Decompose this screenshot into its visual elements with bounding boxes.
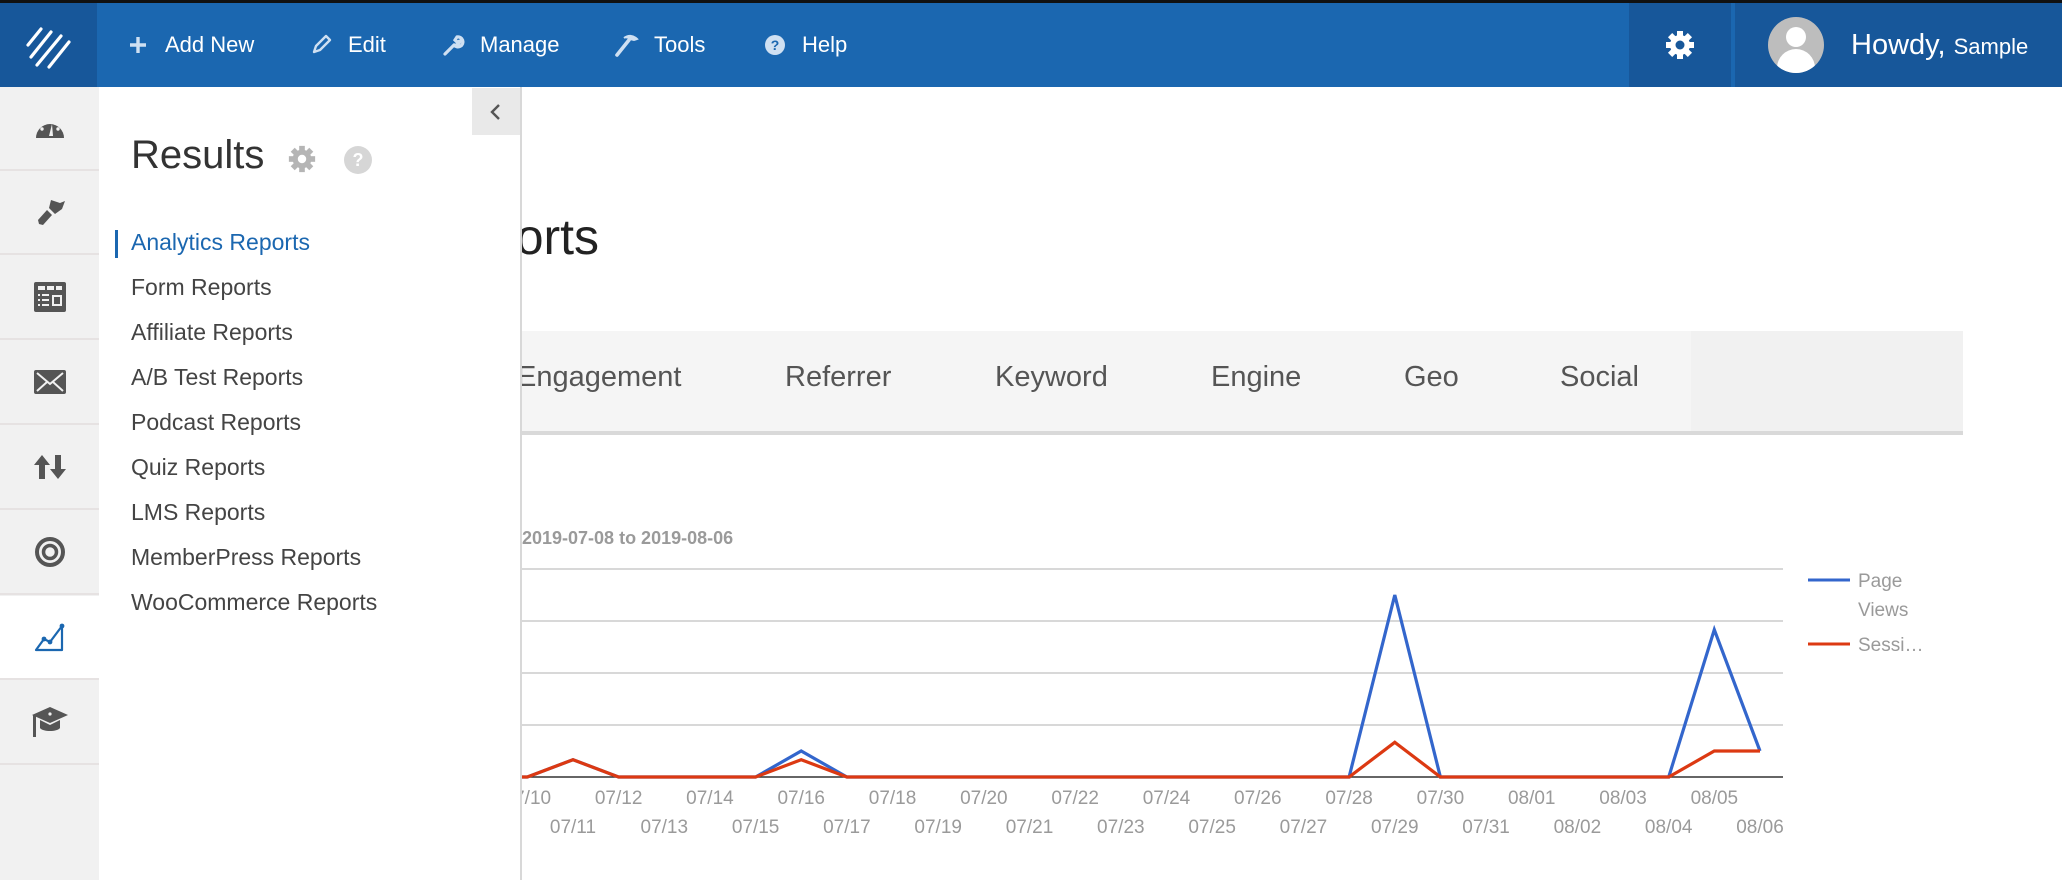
x-tick-label: 07/25 — [1188, 817, 1236, 838]
x-tick-label: 08/01 — [1508, 788, 1556, 809]
rail-item-analytics[interactable] — [0, 596, 99, 680]
x-tick-label: 07/15 — [732, 817, 780, 838]
nav-tools[interactable]: Tools — [614, 3, 705, 87]
x-tick-label: 08/03 — [1599, 788, 1647, 809]
pencil-icon — [308, 32, 334, 58]
menu-memberpress-reports[interactable]: MemberPress Reports — [131, 544, 361, 571]
x-tick-label: 07/11 — [550, 817, 596, 838]
x-tick-label: 07/12 — [595, 788, 643, 809]
x-tick-label: 07/20 — [960, 788, 1008, 809]
analytics-chart-icon — [34, 623, 64, 652]
rail-item-forms[interactable] — [0, 256, 99, 340]
x-tick-label: 07/21 — [1006, 817, 1054, 838]
x-tick-label: 07/24 — [1143, 788, 1191, 809]
x-tick-label: 07/23 — [1097, 817, 1145, 838]
wrench-icon — [440, 32, 466, 58]
chart-series — [436, 594, 1762, 779]
help-circle-icon: ? — [762, 32, 788, 58]
avatar — [1768, 17, 1824, 73]
x-tick-label: 08/02 — [1554, 817, 1602, 838]
x-tick-label: 07/28 — [1325, 788, 1373, 809]
hammer-icon — [614, 32, 640, 58]
svg-text:?: ? — [353, 150, 364, 170]
rail-item-builder[interactable] — [0, 171, 99, 255]
nav-help-label: Help — [802, 32, 848, 57]
results-panel: Results ? Analytics Reports Form Reports… — [99, 87, 522, 880]
x-tick-label: 07/16 — [777, 788, 825, 809]
plus-icon — [125, 32, 151, 58]
menu-form-reports[interactable]: Form Reports — [131, 274, 272, 301]
greeting-text: Howdy, — [1851, 28, 1946, 61]
rail-item-split-test[interactable] — [0, 426, 99, 510]
user-greeting: Howdy, Sample — [1851, 29, 2028, 62]
x-tick-label: 07/27 — [1280, 817, 1328, 838]
nav-manage[interactable]: Manage — [440, 3, 560, 87]
forms-icon — [33, 282, 66, 312]
menu-lms-reports[interactable]: LMS Reports — [131, 499, 265, 526]
series-line-sessions — [436, 740, 1760, 779]
x-tick-label: 08/06 — [1736, 817, 1784, 838]
rail-item-email[interactable] — [0, 341, 99, 425]
chevron-left-icon — [490, 103, 500, 120]
nav-tools-label: Tools — [654, 32, 706, 57]
x-tick-label: 07/19 — [914, 817, 962, 838]
logo[interactable] — [0, 3, 97, 87]
panel-title: Results — [131, 133, 265, 177]
logo-stripes-icon — [26, 27, 71, 69]
nav-edit-label: Edit — [348, 32, 386, 57]
x-tick-label: 07/30 — [1417, 788, 1465, 809]
user-menu[interactable]: Howdy, Sample — [1735, 3, 2062, 87]
x-tick-label: 07/26 — [1234, 788, 1282, 809]
menu-analytics-reports[interactable]: Analytics Reports — [131, 229, 310, 256]
nav-help[interactable]: ? Help — [762, 3, 847, 87]
nav-add-new[interactable]: Add New — [125, 3, 254, 87]
envelope-icon — [33, 370, 66, 394]
x-tick-label: 07/13 — [641, 817, 689, 838]
x-tick-label: 07/18 — [869, 788, 917, 809]
legend-label: Page — [1858, 571, 1902, 592]
rail-item-dashboard[interactable] — [0, 87, 99, 171]
chart-legend: Page Views Sessi… — [1808, 571, 1923, 656]
x-tick-label: 07/22 — [1051, 788, 1099, 809]
rail-item-courses[interactable] — [0, 681, 99, 765]
svg-text:?: ? — [771, 37, 780, 53]
user-name: Sample — [1953, 33, 2029, 59]
menu-podcast-reports[interactable]: Podcast Reports — [131, 409, 301, 436]
x-tick-label: 07/29 — [1371, 817, 1419, 838]
x-tick-label: 08/04 — [1645, 817, 1693, 838]
target-icon — [34, 537, 65, 567]
x-tick-label: 07/31 — [1462, 817, 1510, 838]
settings-button[interactable] — [1629, 3, 1731, 87]
nav-add-new-label: Add New — [165, 32, 255, 57]
rail-item-goals[interactable] — [0, 511, 99, 595]
collapse-panel-button[interactable] — [472, 88, 520, 135]
panel-settings-gear-icon[interactable] — [287, 144, 317, 174]
split-test-arrows-icon — [33, 455, 66, 479]
panel-help-icon[interactable]: ? — [343, 145, 373, 175]
menu-affiliate-reports[interactable]: Affiliate Reports — [131, 319, 293, 346]
nav-manage-label: Manage — [480, 32, 560, 57]
gear-icon — [1666, 31, 1694, 59]
active-indicator — [115, 230, 118, 258]
nav-edit[interactable]: Edit — [308, 3, 386, 87]
legend-label: Sessi… — [1858, 635, 1923, 656]
chart-gridlines — [436, 568, 1783, 778]
menu-ab-test-reports[interactable]: A/B Test Reports — [131, 364, 303, 391]
x-tick-label: 08/05 — [1691, 788, 1739, 809]
legend-label: Views — [1858, 600, 1908, 621]
dashboard-gauge-icon — [35, 119, 64, 138]
menu-quiz-reports[interactable]: Quiz Reports — [131, 454, 265, 481]
series-line-page-views — [436, 594, 1762, 779]
x-tick-label: 07/14 — [686, 788, 734, 809]
top-bar: Add New Edit Manage Tools ? Help Howdy, … — [0, 0, 2062, 87]
paintbrush-icon — [37, 200, 65, 225]
menu-woocommerce-reports[interactable]: WooCommerce Reports — [131, 589, 377, 616]
x-tick-label: 07/17 — [823, 817, 871, 838]
graduation-cap-icon — [31, 707, 68, 737]
icon-sidebar — [0, 87, 99, 880]
chart-x-ticks: 07/0807/1007/1207/1407/1607/1807/2007/22… — [412, 788, 1784, 838]
